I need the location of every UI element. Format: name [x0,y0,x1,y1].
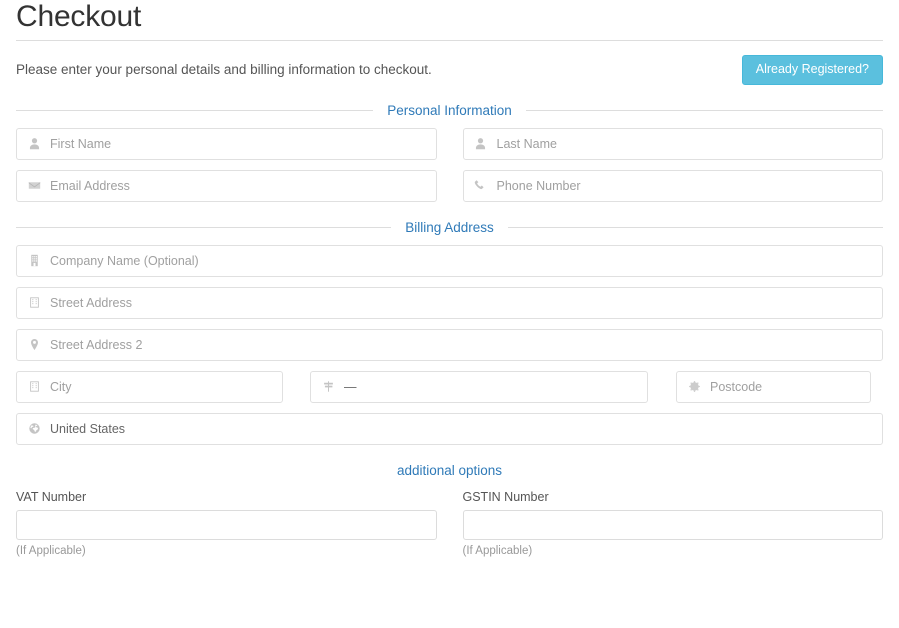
gstin-number-label: GSTIN Number [462,489,549,504]
phone-placeholder: Phone Number [496,178,581,193]
street-address-placeholder: Street Address [50,295,132,310]
signpost-icon [321,380,335,394]
first-name-col: First Name [16,127,437,160]
last-name-col: Last Name [462,127,883,160]
legend-line-right [507,226,883,228]
company-row: Company Name (Optional) [16,235,883,277]
street-address-field[interactable]: Street Address [16,286,883,319]
gstin-number-input[interactable] [462,509,883,540]
first-name-field[interactable]: First Name [16,127,437,160]
city-placeholder: City [50,379,72,394]
gstin-number-help: (If Applicable) [462,544,533,557]
map-pin-icon [27,338,41,352]
already-registered-button[interactable]: Already Registered? [741,55,883,85]
postcode-col: Postcode [676,370,871,403]
email-field[interactable]: Email Address [16,169,437,202]
office-building-icon [27,380,41,394]
vat-number-label: VAT Number [16,489,87,504]
vat-number-input[interactable] [16,509,437,540]
email-placeholder: Email Address [50,178,130,193]
company-name-field[interactable]: Company Name (Optional) [16,244,883,277]
postcode-field[interactable]: Postcode [676,370,871,403]
personal-information-title: Personal Information [387,102,512,118]
intro-text: Please enter your personal details and b… [16,62,432,78]
state-select[interactable]: — [310,370,648,403]
intro-row: Please enter your personal details and b… [0,41,899,85]
checkout-page: Checkout Please enter your personal deta… [0,0,899,628]
street-address-2-placeholder: Street Address 2 [50,337,143,352]
additional-options-legend: additional options [16,445,883,478]
globe-icon [27,422,41,436]
last-name-placeholder: Last Name [496,136,557,151]
user-icon [474,137,488,151]
billing-address-legend: Billing Address [16,202,883,235]
country-row: United States [16,403,883,445]
gstin-col: GSTIN Number (If Applicable) [462,489,883,557]
contact-row: Email Address Phone Number [16,160,883,202]
street1-row: Street Address [16,277,883,319]
phone-field[interactable]: Phone Number [462,169,883,202]
page-title: Checkout [16,0,142,33]
city-state-postcode-row: City — Postcode [16,361,883,403]
state-col: — [310,370,648,403]
city-col: City [16,370,283,403]
office-building-icon [27,296,41,310]
country-select[interactable]: United States [16,412,883,445]
tax-numbers-row: VAT Number (If Applicable) GSTIN Number … [16,478,883,557]
first-name-placeholder: First Name [50,136,112,151]
envelope-icon [27,179,41,193]
state-value: — [344,379,357,394]
legend-line-left [16,226,392,228]
circle-icon [687,380,701,394]
legend-line-right [525,109,884,111]
last-name-field[interactable]: Last Name [462,127,883,160]
name-row: First Name Last Name [16,118,883,160]
building-icon [27,254,41,268]
personal-information-legend: Personal Information [16,85,884,118]
legend-line-left [16,109,374,111]
city-field[interactable]: City [16,370,283,403]
postcode-placeholder: Postcode [710,379,763,394]
street-address-2-field[interactable]: Street Address 2 [16,328,883,361]
street2-row: Street Address 2 [16,319,883,361]
billing-address-title: Billing Address [405,219,494,235]
vat-col: VAT Number (If Applicable) [16,490,437,557]
additional-options-title: additional options [396,462,503,478]
vat-number-help: (If Applicable) [16,544,86,557]
phone-icon [474,179,488,193]
country-value: United States [50,421,126,436]
phone-col: Phone Number [462,169,883,202]
email-col: Email Address [16,169,437,202]
company-name-placeholder: Company Name (Optional) [50,253,199,268]
user-icon [27,137,41,151]
